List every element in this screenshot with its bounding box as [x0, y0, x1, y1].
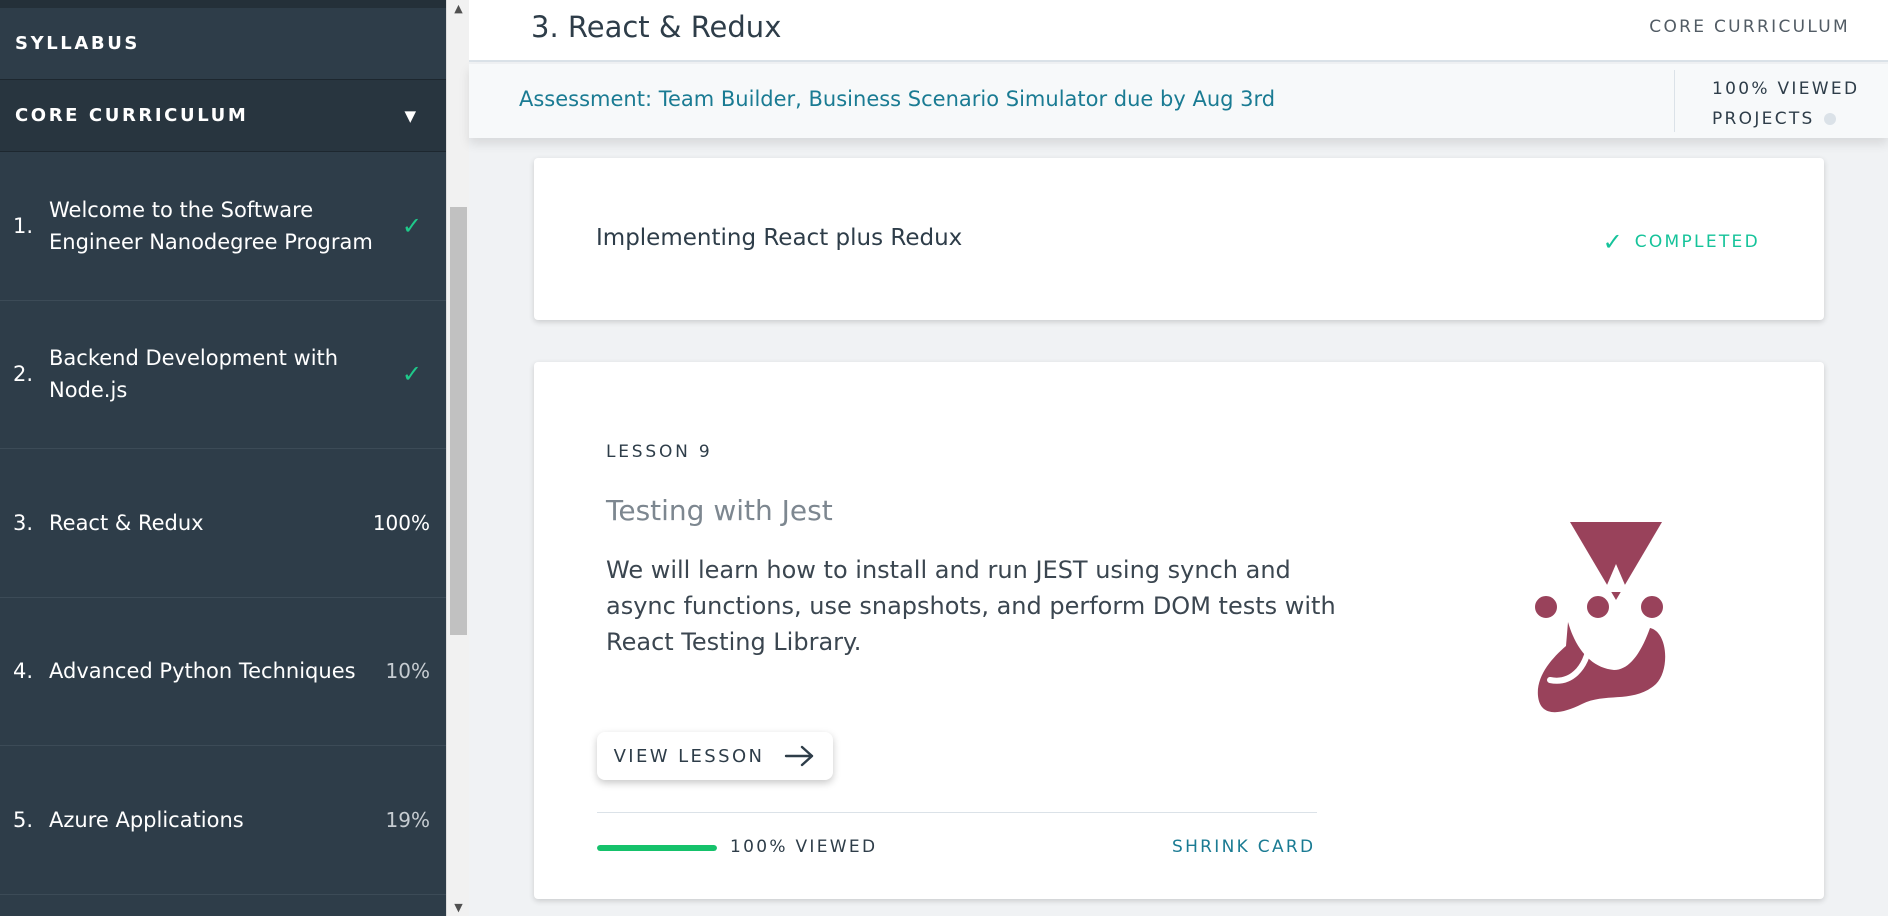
course-progress: 100% VIEWED PROJECTS	[1712, 74, 1859, 134]
project-title: Implementing React plus Redux	[596, 225, 963, 251]
sidebar-item-number: 4.	[13, 659, 34, 684]
page-title: 3. React & Redux	[531, 10, 782, 44]
sidebar-scrollbar[interactable]: ▲ ▼	[446, 0, 469, 916]
sidebar-item-label: Welcome to the Software Engineer Nanodeg…	[49, 197, 373, 254]
lesson-card: LESSON 9 Testing with Jest We will learn…	[534, 362, 1824, 899]
scroll-up-arrow-icon[interactable]: ▲	[447, 0, 470, 17]
sidebar-item-progress: 10%	[385, 659, 430, 684]
status-dot-icon	[1824, 113, 1837, 125]
checkmark-icon: ✓	[401, 360, 422, 389]
completed-badge: ✓ COMPLETED	[1603, 228, 1760, 256]
sidebar-item-label: Azure Applications	[49, 807, 244, 832]
sidebar-item-progress: 100%	[372, 510, 430, 535]
jest-logo-icon	[1531, 522, 1667, 713]
top-bar: 3. React & Redux CORE CURRICULUM	[469, 0, 1888, 62]
divider	[1674, 70, 1675, 132]
caret-down-icon: ▼	[404, 106, 416, 125]
section-dropdown-label: CORE CURRICULUM	[15, 105, 249, 126]
sidebar-header: SYLLABUS	[0, 0, 446, 80]
sidebar-item-label: Advanced Python Techniques	[49, 659, 356, 684]
sidebar-item-python[interactable]: 4. Advanced Python Techniques 10%	[0, 598, 446, 746]
view-lesson-label: VIEW LESSON	[613, 745, 765, 767]
view-lesson-button[interactable]: VIEW LESSON	[597, 732, 833, 780]
projects-status: PROJECTS	[1712, 104, 1859, 134]
completed-project-card: Implementing React plus Redux ✓ COMPLETED	[534, 158, 1824, 320]
sidebar-item-number: 3.	[13, 510, 34, 535]
lesson-number: LESSON 9	[606, 442, 713, 462]
lesson-progress-label: 100% VIEWED	[730, 837, 878, 857]
sidebar-item-welcome[interactable]: 1. Welcome to the Software Engineer Nano…	[0, 152, 446, 301]
sidebar-item-backend[interactable]: 2. Backend Development with Node.js ✓	[0, 301, 446, 449]
syllabus-sidebar: SYLLABUS CORE CURRICULUM ▼ 1. Welcome to…	[0, 0, 446, 916]
checkmark-icon: ✓	[401, 211, 422, 240]
lesson-progress-bar	[597, 845, 717, 851]
lesson-progress-fill	[597, 845, 717, 851]
assessment-link[interactable]: Assessment: Team Builder, Business Scena…	[519, 87, 1275, 111]
scrollbar-thumb[interactable]	[450, 207, 467, 635]
shrink-card-button[interactable]: SHRINK CARD	[1172, 837, 1315, 857]
sidebar-item-label: React & Redux	[49, 510, 204, 535]
sidebar-item-progress: 19%	[385, 807, 430, 832]
card-divider	[597, 812, 1317, 813]
scroll-down-arrow-icon[interactable]: ▼	[447, 899, 470, 916]
completed-label: COMPLETED	[1634, 232, 1760, 252]
projects-label: PROJECTS	[1712, 109, 1815, 129]
section-dropdown[interactable]: CORE CURRICULUM ▼	[0, 80, 446, 152]
arrow-right-icon	[785, 745, 814, 767]
lesson-title: Testing with Jest	[606, 494, 833, 527]
checkmark-icon: ✓	[1602, 228, 1623, 256]
syllabus-label: SYLLABUS	[15, 33, 140, 54]
sidebar-item-azure[interactable]: 5. Azure Applications 19%	[0, 746, 446, 895]
sidebar-item-label: Backend Development with Node.js	[49, 346, 339, 403]
main-content: 3. React & Redux CORE CURRICULUM Assessm…	[469, 0, 1888, 916]
sidebar-item-number: 1.	[13, 213, 34, 238]
sidebar-item-react-redux[interactable]: 3. React & Redux 100%	[0, 449, 446, 598]
section-label: CORE CURRICULUM	[1649, 17, 1850, 37]
sidebar-item-number: 5.	[13, 807, 34, 832]
assessment-bar: Assessment: Team Builder, Business Scena…	[469, 64, 1888, 138]
sidebar-item-number: 2.	[13, 362, 34, 387]
viewed-percent: 100% VIEWED	[1712, 79, 1860, 99]
lesson-description: We will learn how to install and run JES…	[606, 556, 1336, 656]
